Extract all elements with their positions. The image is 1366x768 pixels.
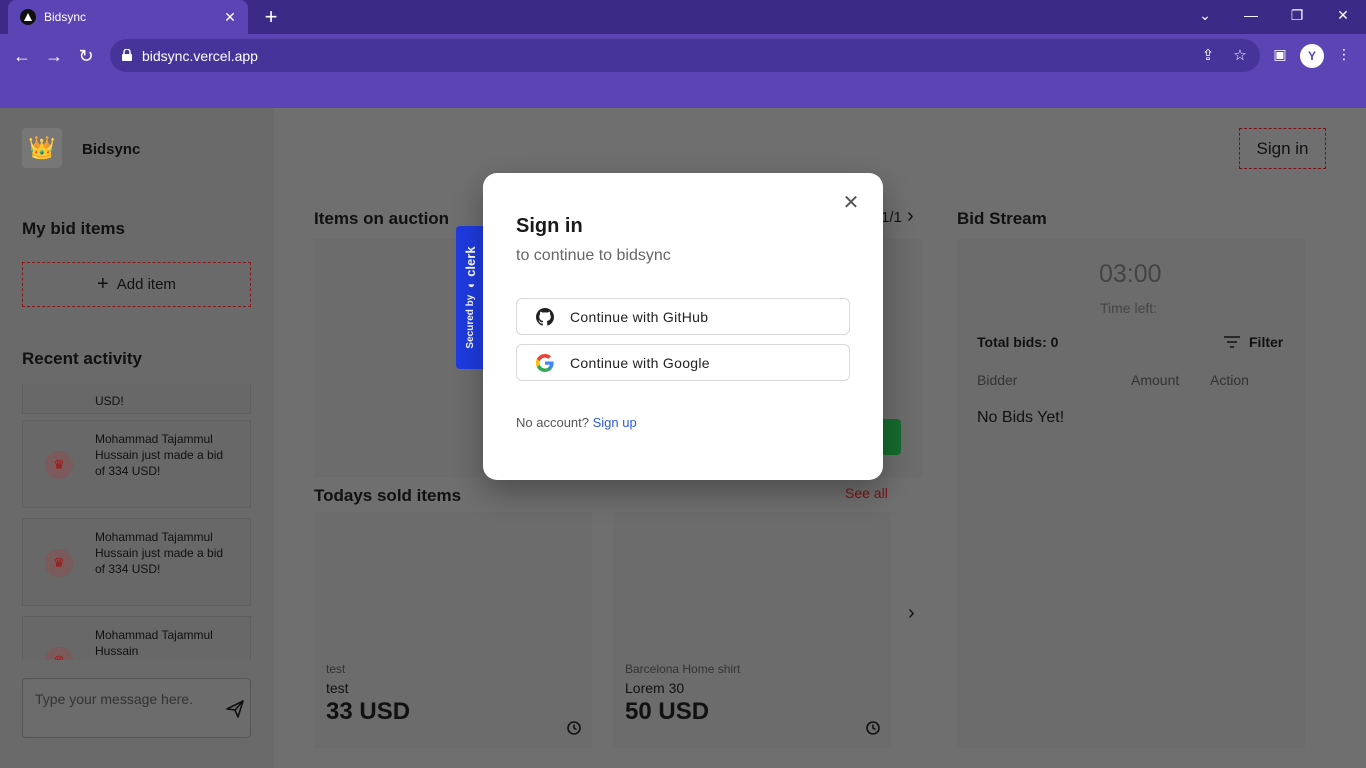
- plus-icon: +: [97, 273, 109, 295]
- history-icon[interactable]: [566, 720, 582, 736]
- filter-label: Filter: [1249, 334, 1284, 350]
- no-account-label: No account?: [516, 415, 589, 430]
- recent-activity-heading: Recent activity: [22, 349, 142, 368]
- filter-button[interactable]: Filter: [1223, 334, 1283, 350]
- url-text: bidsync.vercel.app: [142, 48, 258, 64]
- sign-in-button[interactable]: Sign in: [1239, 128, 1326, 169]
- time-left-label: Time left:: [1100, 300, 1158, 316]
- activity-text: Mohammad Tajammul Hussain: [95, 628, 213, 658]
- my-bid-items-heading: My bid items: [22, 219, 125, 238]
- column-header-action: Action: [1210, 372, 1249, 388]
- new-tab-button[interactable]: +: [259, 5, 283, 29]
- clerk-logo-icon: ◖: [462, 281, 478, 290]
- carousel-next-icon[interactable]: ›: [908, 602, 915, 625]
- more-menu-icon[interactable]: ⋮: [1332, 46, 1356, 63]
- activity-list: USD! ♛ Mohammad Tajammul Hussain just ma…: [0, 384, 274, 660]
- profile-avatar[interactable]: Y: [1300, 44, 1324, 68]
- close-window-icon[interactable]: ✕: [1329, 4, 1357, 26]
- forward-icon[interactable]: →: [42, 44, 66, 68]
- browser-tab-bar: Bidsync ✕ + ⌄ — ❐ ✕: [0, 0, 1366, 34]
- crown-icon: ♛: [45, 647, 73, 660]
- crown-logo-icon: 👑: [22, 128, 62, 168]
- activity-text: Mohammad Tajammul Hussain just made a bi…: [95, 432, 224, 478]
- sold-item-name: Lorem 30: [625, 680, 685, 696]
- browser-tab[interactable]: Bidsync ✕: [8, 0, 248, 34]
- sold-item-price: 50 USD: [625, 698, 710, 725]
- crown-icon: ♛: [45, 549, 73, 577]
- list-item: ♛ Mohammad Tajammul Hussain just made a …: [22, 420, 251, 508]
- list-item: USD!: [22, 384, 251, 414]
- bookmark-star-icon[interactable]: ☆: [1230, 46, 1250, 64]
- todays-sold-items-heading: Todays sold items: [314, 486, 462, 505]
- sold-item-card[interactable]: Barcelona Home shirt Lorem 30 50 USD: [613, 512, 891, 748]
- modal-subtitle: to continue to bidsync: [516, 247, 671, 264]
- continue-with-google-button[interactable]: Continue with Google: [516, 344, 850, 381]
- activity-text: USD!: [95, 394, 124, 408]
- reload-icon[interactable]: ↻: [74, 44, 98, 68]
- sold-item-price: 33 USD: [326, 698, 411, 725]
- lock-icon: [122, 49, 132, 61]
- column-header-bidder: Bidder: [977, 372, 1018, 388]
- total-bids: Total bids: 0: [977, 334, 1059, 350]
- send-icon[interactable]: [225, 699, 245, 719]
- side-panel-icon[interactable]: ▣: [1268, 46, 1292, 63]
- modal-title: Sign in: [516, 215, 583, 237]
- activity-text: Mohammad Tajammul Hussain just made a bi…: [95, 530, 224, 576]
- github-button-label: Continue with GitHub: [570, 308, 709, 325]
- github-icon: [536, 307, 554, 326]
- address-bar[interactable]: bidsync.vercel.app ⇪ ☆: [110, 39, 1260, 72]
- pagination-text: 1/1: [881, 209, 902, 226]
- empty-bids-message: No Bids Yet!: [977, 409, 1065, 426]
- filter-icon: [1224, 336, 1240, 348]
- list-item: ♛ Mohammad Tajammul Hussain: [22, 616, 251, 660]
- sign-in-modal: ✕ Sign in to continue to bidsync Continu…: [483, 173, 883, 480]
- secured-by-label: Secured by: [464, 294, 476, 349]
- column-header-amount: Amount: [1131, 372, 1180, 388]
- items-on-auction-heading: Items on auction: [314, 209, 450, 228]
- message-placeholder: Type your message here.: [35, 691, 193, 707]
- browser-toolbar: ← → ↻ bidsync.vercel.app ⇪ ☆ ▣ Y ⋮: [0, 34, 1366, 108]
- clerk-secured-badge[interactable]: Secured by ◖ clerk: [456, 226, 484, 369]
- google-button-label: Continue with Google: [570, 354, 710, 371]
- see-all-link[interactable]: See all: [845, 485, 888, 501]
- minimize-icon[interactable]: —: [1237, 4, 1265, 26]
- list-item: ♛ Mohammad Tajammul Hussain just made a …: [22, 518, 251, 606]
- back-icon[interactable]: ←: [10, 44, 34, 68]
- sold-item-category: Barcelona Home shirt: [625, 662, 741, 676]
- tab-search-icon[interactable]: ⌄: [1191, 4, 1219, 26]
- continue-with-github-button[interactable]: Continue with GitHub: [516, 298, 850, 335]
- tab-title: Bidsync: [44, 10, 87, 24]
- no-account-text: No account? Sign up: [516, 415, 637, 430]
- next-page-icon[interactable]: ›: [907, 205, 914, 228]
- share-icon[interactable]: ⇪: [1198, 46, 1218, 64]
- close-icon[interactable]: ✕: [841, 193, 861, 213]
- sold-item-card[interactable]: test test 33 USD: [314, 512, 592, 748]
- crown-icon: ♛: [45, 451, 73, 479]
- add-item-button[interactable]: + Add item: [22, 262, 251, 307]
- bid-stream-heading: Bid Stream: [957, 209, 1047, 228]
- sold-item-name: test: [326, 680, 349, 696]
- sign-up-link[interactable]: Sign up: [593, 415, 637, 430]
- google-icon: [536, 353, 554, 372]
- add-item-label: Add item: [116, 276, 176, 293]
- vercel-favicon-icon: [20, 9, 36, 25]
- sold-item-category: test: [326, 662, 346, 676]
- tab-close-icon[interactable]: ✕: [220, 9, 240, 26]
- app-name: Bidsync: [82, 141, 141, 158]
- clerk-brand: clerk: [462, 246, 478, 277]
- countdown-timer: 03:00: [1099, 260, 1162, 288]
- restore-icon[interactable]: ❐: [1283, 4, 1311, 26]
- message-input[interactable]: Type your message here.: [22, 678, 251, 738]
- history-icon[interactable]: [865, 720, 881, 736]
- sidebar: 👑 Bidsync My bid items + Add item Recent…: [0, 108, 274, 768]
